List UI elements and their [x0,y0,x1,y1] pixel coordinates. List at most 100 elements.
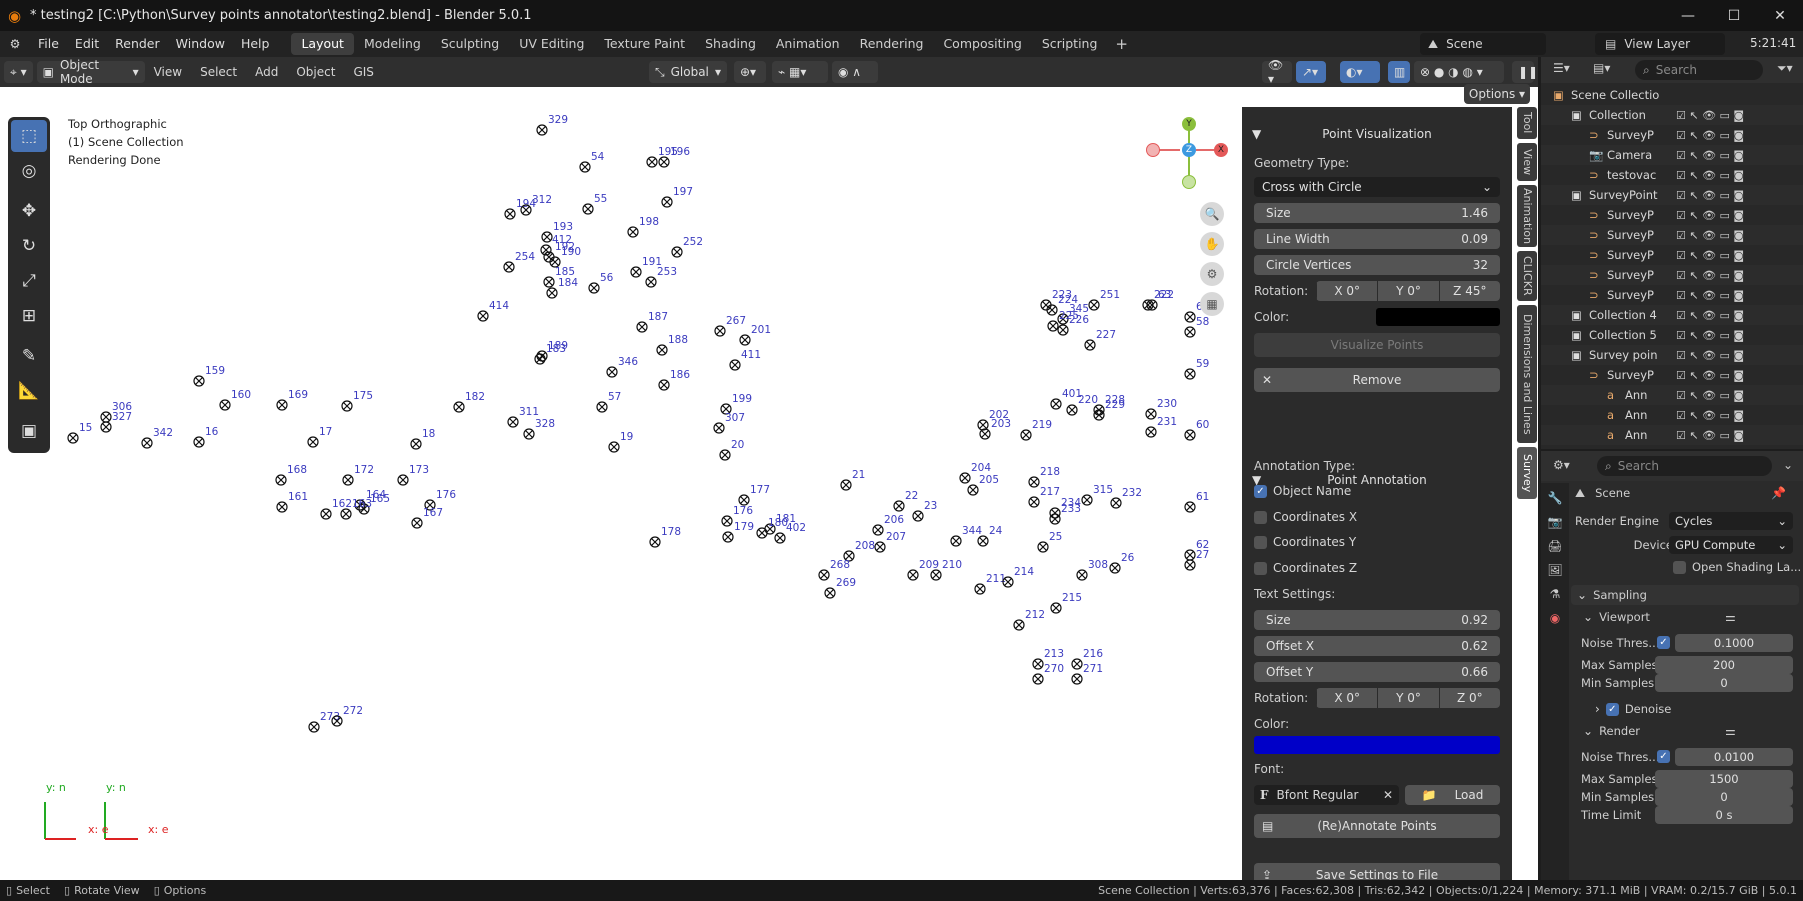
survey-point-marker[interactable] [1050,398,1062,410]
survey-point-marker[interactable] [1110,497,1122,509]
survey-point-marker[interactable] [543,276,555,288]
survey-point-marker[interactable] [477,310,489,322]
editor-type-button[interactable]: ⌖ ▾ [4,61,33,83]
text-color-swatch[interactable] [1254,736,1500,754]
survey-point-marker[interactable] [582,203,594,215]
survey-point-marker[interactable] [320,508,332,520]
survey-point-marker[interactable] [141,437,153,449]
survey-point-marker[interactable] [588,282,600,294]
orientation-dropdown[interactable]: ⤡ Global ▾ [649,61,727,83]
survey-point-marker[interactable] [907,569,919,581]
survey-point-marker[interactable] [546,287,558,299]
survey-point-marker[interactable] [1002,576,1014,588]
outliner-row[interactable]: ⊃ SurveyP ☑ ↖ 👁 ▭ ◙ [1541,225,1803,245]
survey-point-marker[interactable] [645,276,657,288]
survey-point-marker[interactable] [1184,429,1196,441]
tab-animation[interactable]: Animation [766,33,850,55]
survey-point-marker[interactable] [1145,426,1157,438]
visibility-icons[interactable]: ☑ ↖ 👁 ▭ ◙ [1676,269,1744,282]
visibility-icons[interactable]: ☑ ↖ 👁 ▭ ◙ [1676,129,1744,142]
tab-modeling[interactable]: Modeling [354,33,431,55]
line-width-field[interactable]: Line Width 0.09 [1254,229,1500,249]
point-visualization-header[interactable]: ▼ Point Visualization [1242,121,1512,147]
menu-gis[interactable]: GIS [344,65,382,79]
size-field[interactable]: Size 1.46 [1254,203,1500,223]
scene-tab-icon[interactable]: ⚗ [1541,587,1569,601]
menu-window[interactable]: Window [168,31,233,57]
survey-point-marker[interactable] [606,366,618,378]
view-layer-selector[interactable]: ▤ View Layer [1595,33,1725,55]
survey-point-marker[interactable] [1145,408,1157,420]
menu-view[interactable]: View [145,65,191,79]
survey-point-marker[interactable] [331,715,343,727]
visibility-icons[interactable]: ☑ ↖ 👁 ▭ ◙ [1676,329,1744,342]
survey-point-marker[interactable] [1028,476,1040,488]
survey-point-marker[interactable] [671,246,683,258]
survey-point-marker[interactable] [608,441,620,453]
survey-point-marker[interactable] [1050,602,1062,614]
survey-point-marker[interactable] [656,344,668,356]
scale-tool-icon[interactable]: ⤢ [11,265,47,297]
rotate-tool-icon[interactable]: ↻ [11,230,47,262]
geometry-type-dropdown[interactable]: Cross with Circle ⌄ [1254,177,1500,197]
object-name-checkbox[interactable]: ✓ Object Name [1254,481,1500,501]
gizmo-neg-y[interactable] [1182,175,1196,189]
survey-point-marker[interactable] [504,208,516,220]
survey-point-marker[interactable] [193,436,205,448]
overlays-toggle[interactable]: ◐▾ [1340,61,1380,83]
tab-shading[interactable]: Shading [695,33,766,55]
tab-layout[interactable]: Layout [291,33,354,55]
survey-point-marker[interactable] [1088,299,1100,311]
survey-point-marker[interactable] [534,353,546,365]
annotate-points-button[interactable]: ▤ (Re)Annotate Points [1254,814,1500,838]
survey-point-marker[interactable] [1066,404,1078,416]
render-noise-checkbox[interactable]: ✓ [1657,750,1670,763]
load-font-button[interactable]: 📁 Load [1405,785,1500,805]
pause-render-button[interactable]: ❚❚ [1512,61,1538,83]
measure-tool-icon[interactable]: 📐 [11,375,47,407]
visibility-icons[interactable]: ☑ ↖ 👁 ▭ ◙ [1676,349,1744,362]
editor-type-icon[interactable]: ⚙▾ [1553,458,1570,472]
survey-point-marker[interactable] [977,535,989,547]
outliner-search[interactable]: ⌕ Search [1635,60,1763,80]
survey-point-marker[interactable] [579,161,591,173]
tab-sculpting[interactable]: Sculpting [431,33,509,55]
menu-edit[interactable]: Edit [67,31,107,57]
survey-point-marker[interactable] [721,515,733,527]
output-tab-icon[interactable]: 🖨 [1541,539,1569,553]
survey-point-marker[interactable] [930,569,942,581]
tab-dimensions-and-lines[interactable]: Dimensions and Lines [1517,305,1537,443]
tab-clickr[interactable]: CLICKR [1517,251,1537,301]
survey-point-marker[interactable] [1071,658,1083,670]
survey-point-marker[interactable] [979,428,991,440]
filter-icon[interactable]: ⏷▾ [1777,61,1793,76]
rotation-y-field[interactable]: Y 0° [1377,281,1438,301]
survey-point-marker[interactable] [520,204,532,216]
rotation-z-field[interactable]: Z 45° [1438,281,1500,301]
circle-vertices-field[interactable]: Circle Vertices 32 [1254,255,1500,275]
survey-point-marker[interactable] [1081,494,1093,506]
noise-threshold-checkbox[interactable]: ✓ [1657,636,1670,649]
pivot-point-button[interactable]: ⊕▾ [734,61,766,83]
menu-object[interactable]: Object [287,65,344,79]
survey-point-marker[interactable] [722,531,734,543]
text-rotation-y-field[interactable]: Y 0° [1377,688,1438,708]
survey-point-marker[interactable] [342,474,354,486]
visibility-icons[interactable]: ☑ ↖ 👁 ▭ ◙ [1676,169,1744,182]
survey-point-marker[interactable] [397,474,409,486]
outliner-row[interactable]: ▣ SurveyPoint ☑ ↖ 👁 ▭ ◙ [1541,185,1803,205]
survey-point-marker[interactable] [950,535,962,547]
render-noise-threshold-field[interactable]: 0.0100 [1675,748,1793,766]
outliner-row[interactable]: ⊃ SurveyP ☑ ↖ 👁 ▭ ◙ [1541,365,1803,385]
visibility-icons[interactable]: ☑ ↖ 👁 ▭ ◙ [1676,109,1744,122]
survey-point-marker[interactable] [411,517,423,529]
visibility-icons[interactable]: ☑ ↖ 👁 ▭ ◙ [1676,429,1744,442]
zoom-icon[interactable]: 🔍 [1200,202,1224,226]
minimize-button[interactable]: — [1665,0,1711,31]
chevron-down-icon[interactable]: ⌄ [1783,458,1793,472]
outliner-row[interactable]: ▣ Survey poin ☑ ↖ 👁 ▭ ◙ [1541,345,1803,365]
tab-survey[interactable]: Survey [1517,447,1537,499]
survey-point-marker[interactable] [1013,619,1025,631]
outliner-row[interactable]: 📷 Camera ☑ ↖ 👁 ▭ ◙ [1541,145,1803,165]
survey-point-marker[interactable] [1028,496,1040,508]
